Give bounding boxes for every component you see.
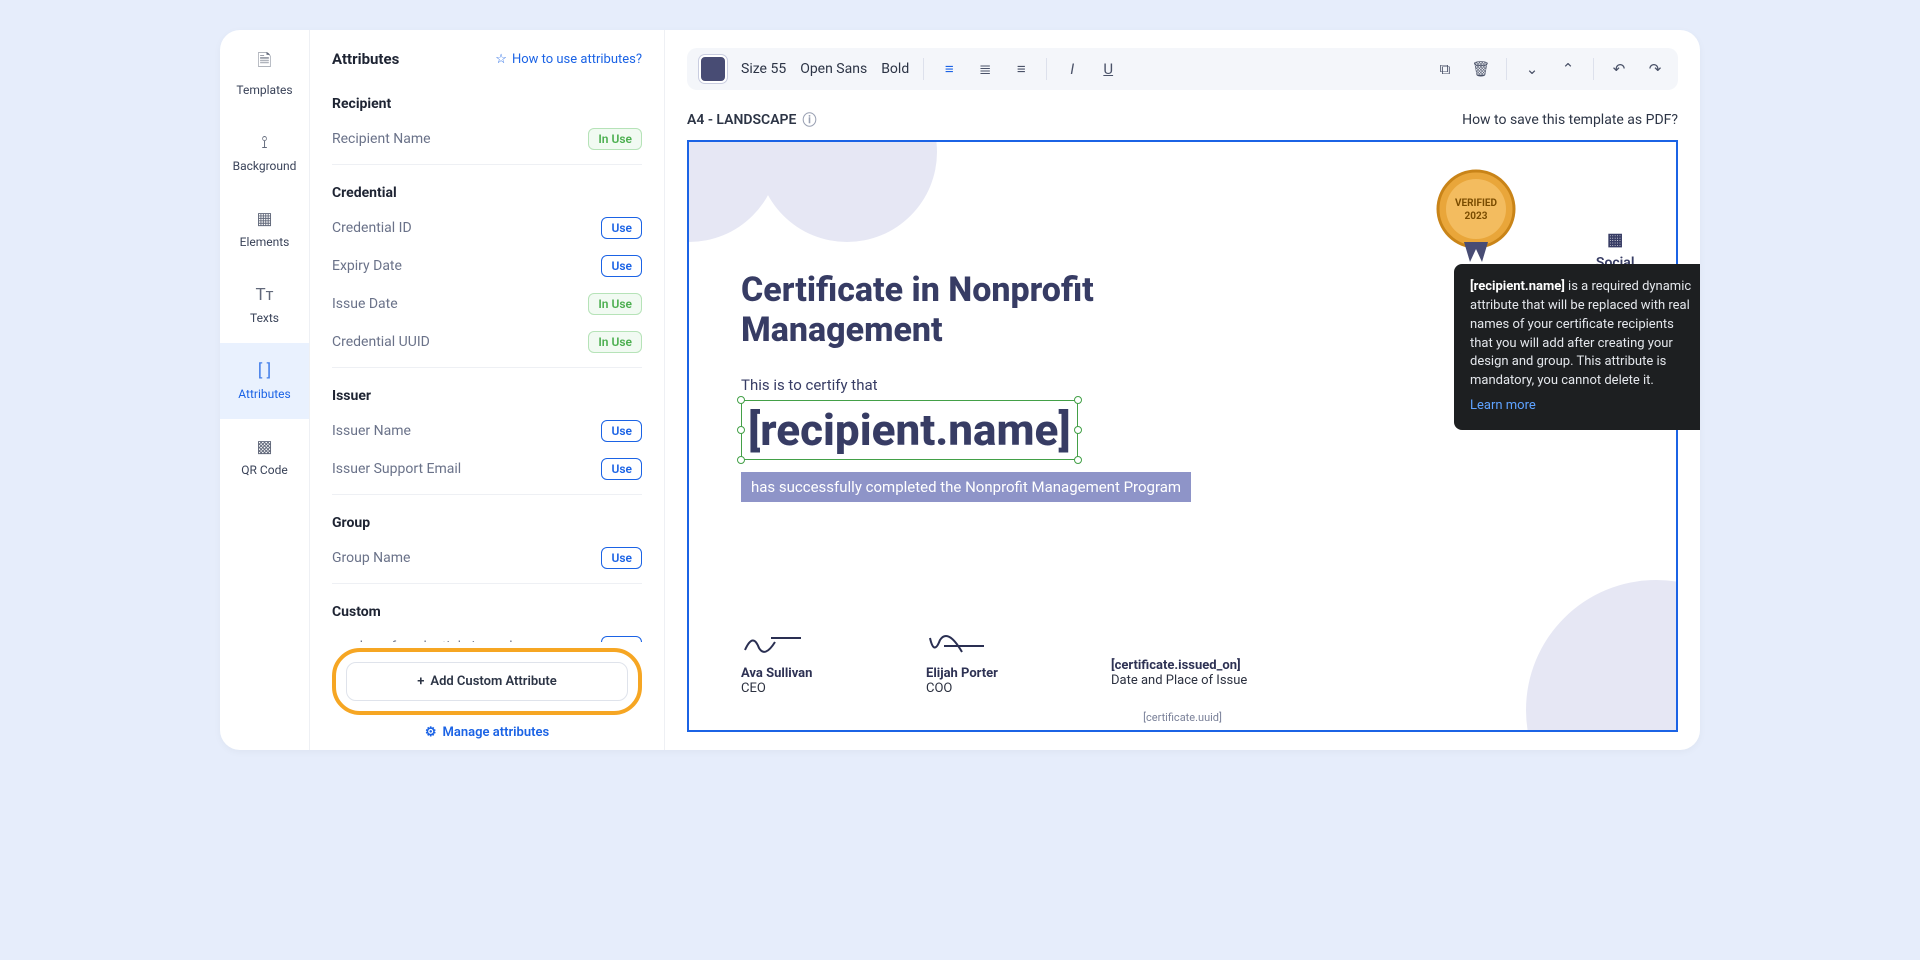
save-pdf-link[interactable]: How to save this template as PDF? bbox=[1462, 112, 1678, 128]
nav-qrcode[interactable]: ▩ QR Code bbox=[220, 419, 309, 495]
editor-pane: Size 55 Open Sans Bold ≡ ≣ ≡ I U ⧉ 🗑 ⌄ ⌃… bbox=[665, 30, 1700, 750]
shapes-icon: ▦ bbox=[256, 209, 272, 229]
text-icon: Tᴛ bbox=[256, 285, 274, 305]
completion-text[interactable]: has successfully completed the Nonprofit… bbox=[741, 472, 1191, 502]
status-pill[interactable]: Use bbox=[601, 636, 642, 642]
learn-more-link[interactable]: Learn more bbox=[1470, 397, 1536, 416]
signature-2: Elijah Porter COO bbox=[926, 628, 1001, 696]
recipient-name-field[interactable]: [recipient.name] bbox=[741, 400, 1078, 460]
nav-rail: 🗎 Templates ⟟ Background ▦ Elements Tᴛ T… bbox=[220, 30, 310, 750]
section-custom: Custom bbox=[332, 590, 642, 628]
copy-icon[interactable]: ⧉ bbox=[1434, 60, 1456, 78]
nav-elements[interactable]: ▦ Elements bbox=[220, 191, 309, 267]
add-attribute-highlight: + Add Custom Attribute bbox=[332, 648, 642, 715]
canvas-format-label: A4 - LANDSCAPE ⓘ bbox=[687, 110, 816, 130]
deco-circle bbox=[1526, 580, 1678, 732]
status-pill[interactable]: Use bbox=[601, 458, 642, 480]
nav-label: Background bbox=[233, 159, 297, 173]
nav-label: Attributes bbox=[238, 387, 290, 401]
app-window: 🗎 Templates ⟟ Background ▦ Elements Tᴛ T… bbox=[220, 30, 1700, 750]
redo-icon[interactable]: ↷ bbox=[1644, 60, 1666, 78]
attribute-tooltip: [recipient.name] is a required dynamic a… bbox=[1454, 264, 1700, 430]
font-size-select[interactable]: Size 55 bbox=[741, 61, 786, 77]
nav-texts[interactable]: Tᴛ Texts bbox=[220, 267, 309, 343]
nav-label: Texts bbox=[250, 311, 279, 325]
delete-icon[interactable]: 🗑 bbox=[1470, 60, 1492, 78]
color-swatch[interactable] bbox=[699, 55, 727, 83]
attr-issuer-name[interactable]: Issuer Name Use bbox=[332, 412, 642, 450]
info-icon[interactable]: ⓘ bbox=[802, 110, 816, 130]
certificate-title[interactable]: Certificate in Nonprofit Management bbox=[741, 270, 1211, 350]
verified-seal: VERIFIED 2023 bbox=[1426, 164, 1526, 264]
status-pill[interactable]: Use bbox=[601, 547, 642, 569]
add-custom-attribute-button[interactable]: + Add Custom Attribute bbox=[346, 662, 628, 701]
status-pill: In Use bbox=[588, 293, 642, 315]
attributes-list: Recipient Recipient Name In Use Credenti… bbox=[332, 82, 642, 642]
panel-title: Attributes bbox=[332, 50, 399, 68]
attr-credential-uuid[interactable]: Credential UUID In Use bbox=[332, 323, 642, 361]
signature-1: Ava Sullivan CEO bbox=[741, 628, 816, 696]
attr-custom-1[interactable]: number of credentials issued Use bbox=[332, 628, 642, 642]
nav-label: QR Code bbox=[241, 463, 287, 477]
signature-row: Ava Sullivan CEO Elijah Porter COO [cert… bbox=[741, 628, 1247, 696]
text-toolbar: Size 55 Open Sans Bold ≡ ≣ ≡ I U ⧉ 🗑 ⌄ ⌃… bbox=[687, 48, 1678, 90]
bring-forward-icon[interactable]: ⌄ bbox=[1521, 60, 1543, 78]
attr-issue-date[interactable]: Issue Date In Use bbox=[332, 285, 642, 323]
italic-icon[interactable]: I bbox=[1061, 60, 1083, 78]
status-pill: In Use bbox=[588, 128, 642, 150]
undo-icon[interactable]: ↶ bbox=[1608, 60, 1630, 78]
attr-expiry-date[interactable]: Expiry Date Use bbox=[332, 247, 642, 285]
status-pill[interactable]: Use bbox=[601, 217, 642, 239]
brackets-icon: [ ] bbox=[258, 361, 271, 381]
status-pill[interactable]: Use bbox=[601, 420, 642, 442]
recipient-name-placeholder: [recipient.name] bbox=[748, 404, 1071, 456]
font-family-select[interactable]: Open Sans bbox=[800, 61, 867, 77]
align-right-icon[interactable]: ≡ bbox=[1010, 60, 1032, 78]
align-left-icon[interactable]: ≡ bbox=[938, 60, 960, 78]
attr-group-name[interactable]: Group Name Use bbox=[332, 539, 642, 577]
qr-icon: ▩ bbox=[256, 437, 272, 457]
nav-label: Templates bbox=[236, 83, 292, 97]
grid-icon: ▦ bbox=[1580, 230, 1650, 250]
nav-attributes[interactable]: [ ] Attributes bbox=[220, 343, 309, 419]
certificate-canvas[interactable]: VERIFIED 2023 ▦ Social Leadership Certif… bbox=[687, 140, 1678, 732]
certificate-uuid: [certificate.uuid] bbox=[1143, 711, 1222, 724]
deco-circle bbox=[757, 140, 937, 242]
nav-background[interactable]: ⟟ Background bbox=[220, 115, 309, 191]
align-center-icon[interactable]: ≣ bbox=[974, 60, 996, 78]
star-icon: ☆ bbox=[495, 52, 507, 67]
paint-icon: ⟟ bbox=[261, 133, 267, 153]
tooltip-bold: [recipient.name] bbox=[1470, 279, 1565, 294]
section-issuer: Issuer bbox=[332, 374, 642, 412]
attributes-panel: Attributes ☆ How to use attributes? Reci… bbox=[310, 30, 665, 750]
status-pill[interactable]: Use bbox=[601, 255, 642, 277]
attr-issuer-email[interactable]: Issuer Support Email Use bbox=[332, 450, 642, 488]
issue-date-block: [certificate.issued_on] Date and Place o… bbox=[1111, 628, 1247, 696]
status-pill: In Use bbox=[588, 331, 642, 353]
help-link[interactable]: ☆ How to use attributes? bbox=[495, 52, 642, 67]
attr-credential-id[interactable]: Credential ID Use bbox=[332, 209, 642, 247]
plus-icon: + bbox=[417, 674, 424, 689]
attr-recipient-name[interactable]: Recipient Name In Use bbox=[332, 120, 642, 158]
section-credential: Credential bbox=[332, 171, 642, 209]
gear-icon: ⚙ bbox=[425, 725, 437, 740]
manage-attributes-link[interactable]: ⚙ Manage attributes bbox=[332, 715, 642, 740]
svg-text:VERIFIED: VERIFIED bbox=[1455, 198, 1498, 209]
svg-text:2023: 2023 bbox=[1465, 211, 1488, 222]
section-recipient: Recipient bbox=[332, 82, 642, 120]
underline-icon[interactable]: U bbox=[1097, 60, 1119, 78]
section-group: Group bbox=[332, 501, 642, 539]
nav-label: Elements bbox=[240, 235, 290, 249]
font-weight-select[interactable]: Bold bbox=[881, 61, 909, 77]
file-icon: 🗎 bbox=[258, 48, 272, 77]
send-backward-icon[interactable]: ⌃ bbox=[1557, 60, 1579, 78]
nav-templates[interactable]: 🗎 Templates bbox=[220, 30, 309, 115]
